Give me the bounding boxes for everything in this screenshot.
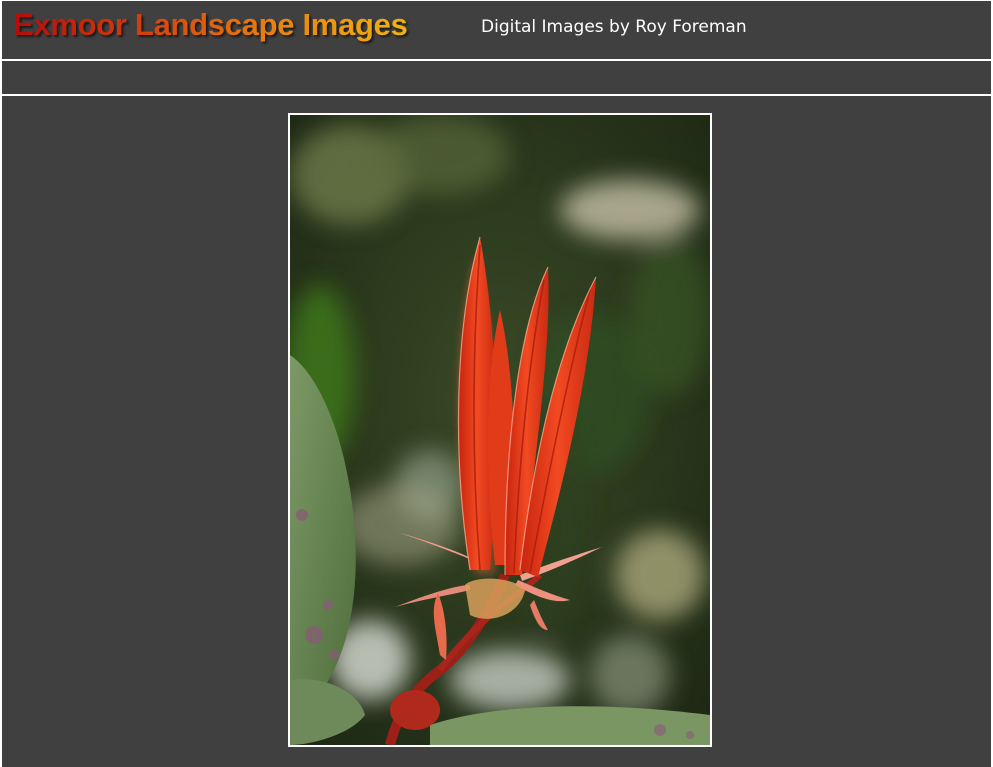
site-subtitle: Digital Images by Roy Foreman <box>481 17 747 37</box>
photo-frame[interactable] <box>288 113 712 747</box>
nav-bar <box>2 61 991 96</box>
site-title[interactable]: Exmoor Landscape Images <box>13 7 408 43</box>
page: Exmoor Landscape Images Digital Images b… <box>0 0 993 767</box>
site-header: Exmoor Landscape Images Digital Images b… <box>2 1 991 61</box>
red-leaf-shoot-photo[interactable] <box>290 115 710 745</box>
